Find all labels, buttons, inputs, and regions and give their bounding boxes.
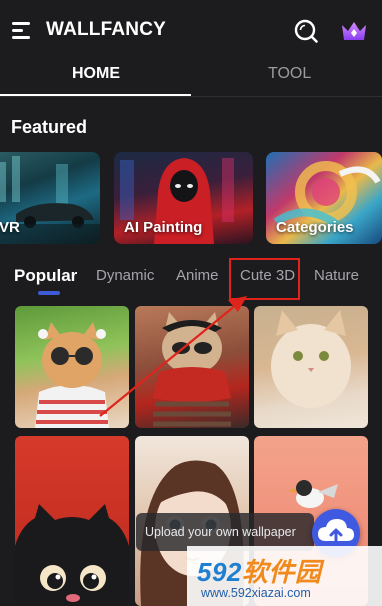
- tab-tool[interactable]: TOOL: [268, 65, 311, 83]
- crown-icon[interactable]: [340, 19, 368, 43]
- featured-title: Featured: [11, 117, 88, 137]
- featured-card-categories[interactable]: Categories: [266, 152, 382, 244]
- wallpaper-thumbnail[interactable]: [15, 306, 129, 428]
- main-tabs: HOME TOOL: [0, 58, 382, 98]
- search-icon[interactable]: [293, 18, 319, 44]
- category-tab-anime[interactable]: Anime: [176, 267, 219, 284]
- watermark-url: www.592xiazai.com: [201, 586, 311, 600]
- category-tab-dynamic[interactable]: Dynamic: [96, 267, 154, 284]
- watermark: 592软件园 www.592xiazai.com: [187, 546, 382, 606]
- tabs-divider: [0, 96, 382, 97]
- watermark-logo: 592软件园: [197, 552, 321, 589]
- featured-card-ai-painting[interactable]: AI Painting: [114, 152, 253, 244]
- featured-label-ai-painting: AI Painting: [124, 219, 203, 236]
- wallpaper-thumbnail[interactable]: [15, 436, 129, 606]
- wallpaper-thumbnail[interactable]: [254, 306, 368, 428]
- watermark-number: 592: [197, 557, 242, 587]
- wallpaper-thumbnail[interactable]: [135, 306, 249, 428]
- watermark-name: 软件园: [241, 557, 322, 587]
- featured-label-vr: VR: [0, 219, 20, 236]
- category-tab-popular[interactable]: Popular: [14, 266, 77, 286]
- featured-card-vr[interactable]: VR: [0, 152, 100, 244]
- annotation-highlight-box: [229, 258, 300, 300]
- upload-toast-text: Upload your own wallpaper: [145, 525, 296, 539]
- menu-icon[interactable]: [12, 22, 32, 40]
- category-tabs: Popular Dynamic Anime Cute 3D Nature: [0, 258, 382, 298]
- tab-home[interactable]: HOME: [72, 65, 120, 83]
- category-tab-nature[interactable]: Nature: [314, 267, 359, 284]
- app-title: WALLFANCY: [46, 19, 167, 40]
- featured-label-categories: Categories: [276, 219, 354, 236]
- category-indicator: [38, 291, 60, 295]
- top-bar: WALLFANCY: [0, 0, 382, 58]
